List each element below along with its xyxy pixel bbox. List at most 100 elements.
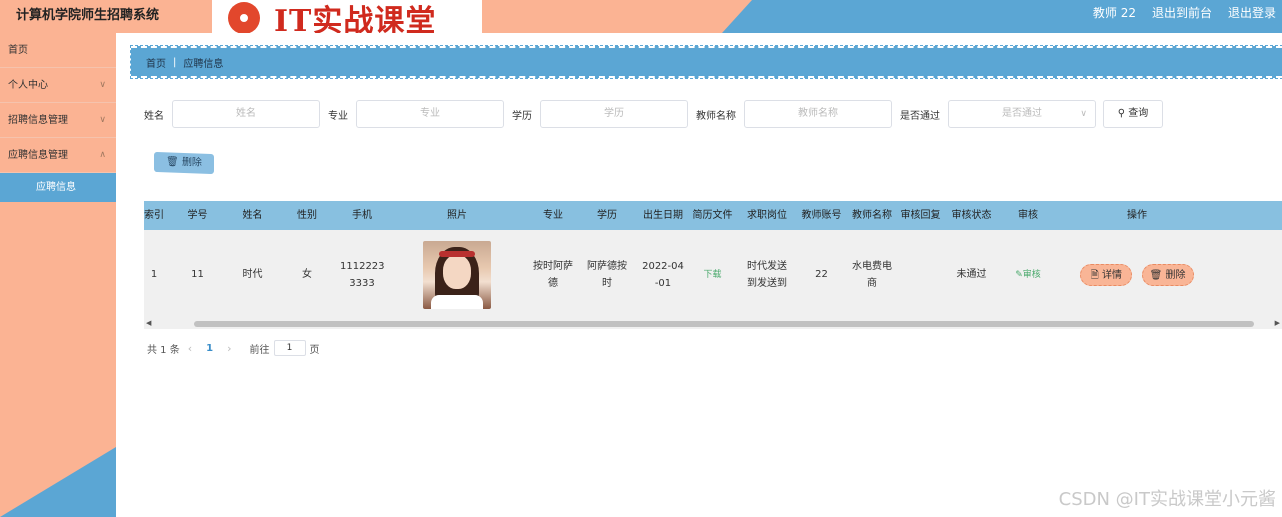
search-icon: ⚲: [1117, 108, 1126, 119]
major-input[interactable]: 专业: [356, 100, 504, 128]
teacher-name-input[interactable]: 教师名称: [744, 100, 892, 128]
page-suffix: 页: [309, 344, 320, 356]
passed-select-value: 是否通过: [1002, 108, 1042, 119]
cell-edu-line2: 时: [602, 277, 612, 289]
cell-major: 按时阿萨 德: [530, 258, 576, 292]
search-form: 姓名 姓名 专业 专业 学历 学历 教师名称 教师名称 是否通过 是否通过 ∨ …: [144, 100, 1163, 128]
header-audit-reply: 审核回复: [900, 210, 941, 221]
photo-face: [443, 254, 471, 289]
sidebar-item-personal-center[interactable]: 个人中心 ∨: [0, 68, 116, 103]
header-photo: 照片: [447, 210, 467, 221]
header-position: 求职岗位: [747, 210, 787, 221]
cell-photo: [384, 240, 530, 309]
top-header: 计算机学院师生招聘系统 IT实战课堂 教师 22 退出到前台 退出登录: [0, 0, 1282, 33]
header-teacher-account: 教师账号: [801, 210, 842, 221]
total-count: 共 1 条: [147, 344, 180, 356]
cell-birth-line1: 2022-04: [642, 260, 684, 272]
cell-student-no: 11: [191, 269, 204, 280]
cell-gender: 女: [302, 269, 312, 280]
cell-position-line1: 时代发送: [747, 260, 787, 272]
detail-button-label: 详情: [1102, 269, 1123, 281]
sidebar-subitem-application-info[interactable]: 应聘信息: [0, 173, 116, 202]
applicant-photo: [423, 240, 491, 309]
sidebar-item-recruit-info[interactable]: 招聘信息管理 ∨: [0, 103, 116, 138]
cell-resume: 下载: [688, 266, 737, 284]
sidebar-item-application-info[interactable]: 应聘信息管理 ∧: [0, 138, 116, 173]
chevron-down-icon: ∨: [1080, 109, 1087, 119]
download-resume-link[interactable]: 下载: [703, 270, 721, 280]
cell-education: 阿萨德按 时: [576, 258, 638, 292]
scrollbar-thumb[interactable]: [194, 321, 1254, 327]
cell-position: 时代发送 到发送到: [737, 258, 797, 292]
header-major: 专业: [543, 210, 563, 221]
header-gender: 性别: [297, 210, 317, 221]
row-delete-button[interactable]: 🗑 删除: [1141, 263, 1194, 286]
teacher-name-label: 教师名称: [696, 110, 736, 122]
trash-icon: 🗑: [1149, 269, 1163, 281]
name-label: 姓名: [144, 110, 164, 122]
cell-audit-status: 未通过: [956, 269, 987, 280]
prev-page-icon[interactable]: ‹: [188, 342, 192, 355]
cell-major-line2: 德: [548, 277, 558, 289]
trash-icon: 🗑: [166, 156, 179, 168]
name-input[interactable]: 姓名: [172, 100, 320, 128]
education-input[interactable]: 学历: [540, 100, 688, 128]
current-user: 教师 22: [1092, 6, 1136, 20]
chevron-up-icon: ∧: [99, 150, 106, 160]
sidebar-item-label: 首页: [8, 45, 28, 56]
audit-link-label: 审核: [1022, 269, 1041, 280]
header-audit-status: 审核状态: [951, 210, 992, 221]
app-title: 计算机学院师生招聘系统: [16, 8, 160, 23]
breadcrumb-separator: |: [173, 56, 177, 68]
current-page[interactable]: 1: [206, 343, 213, 354]
header-student-no: 学号: [187, 210, 208, 221]
next-page-icon[interactable]: ›: [227, 342, 231, 355]
chrome-logo-icon: [228, 2, 260, 33]
cell-teacher-name-line1: 水电费电: [852, 260, 892, 272]
photo-headband: [439, 250, 475, 257]
chevron-down-icon: ∨: [99, 115, 106, 125]
cell-index: 1: [150, 269, 158, 280]
top-right-menu: 教师 22 退出到前台 退出登录: [1093, 4, 1276, 21]
edit-icon: ✎: [1015, 269, 1023, 280]
breadcrumb: 首页 | 应聘信息: [130, 45, 1282, 79]
photo-shirt: [431, 294, 483, 309]
detail-button[interactable]: 🗎 详情: [1080, 263, 1133, 286]
cell-position-line2: 到发送到: [747, 277, 787, 289]
breadcrumb-home[interactable]: 首页: [146, 55, 166, 70]
passed-label: 是否通过: [900, 110, 940, 122]
watermark: CSDN @IT实战课堂小元酱: [1058, 489, 1276, 510]
header-name: 姓名: [242, 210, 263, 221]
cell-phone-line1: 1112223: [340, 260, 385, 272]
query-button-label: 查询: [1128, 108, 1149, 119]
scroll-right-icon[interactable]: ▶: [1275, 319, 1280, 327]
passed-select[interactable]: 是否通过 ∨: [948, 100, 1096, 128]
pagination: 共 1 条 ‹ 1 › 前往 1 页: [147, 340, 320, 356]
batch-delete-label: 删除: [181, 156, 202, 169]
scroll-left-icon[interactable]: ◀: [146, 319, 151, 327]
header-resume: 简历文件: [692, 210, 733, 221]
cell-audit: ✎审核: [1000, 266, 1056, 284]
cell-teacher-name: 水电费电 商: [846, 258, 898, 292]
application-table: 索引 学号 姓名 性别 手机 照片 专业 学历 出生日期 简历文件 求职岗位 教…: [144, 201, 1282, 329]
query-button[interactable]: ⚲ 查询: [1103, 100, 1163, 128]
breadcrumb-current: 应聘信息: [183, 58, 224, 70]
goto-label: 前往: [249, 344, 270, 356]
header-operation: 操作: [1127, 210, 1147, 221]
sidebar-item-label: 个人中心: [8, 80, 48, 91]
audit-link[interactable]: ✎审核: [1015, 270, 1041, 280]
row-delete-label: 删除: [1165, 269, 1186, 281]
exit-to-front-link[interactable]: 退出到前台: [1152, 4, 1212, 21]
horizontal-scrollbar[interactable]: ◀ ▶: [144, 319, 1282, 329]
logout-link[interactable]: 退出登录: [1228, 4, 1276, 21]
goto-page-input[interactable]: 1: [273, 340, 306, 356]
cell-birth-date: 2022-04 -01: [638, 258, 688, 292]
batch-delete-button[interactable]: 🗑 删除: [154, 151, 214, 175]
table-row: 1 11 时代 女 1112223 3333 按时阿萨 德 阿萨德按 时 202…: [144, 230, 1282, 319]
cell-phone: 1112223 3333: [340, 258, 385, 292]
header-index: 索引: [144, 210, 164, 221]
logo-text: IT实战课堂: [274, 4, 437, 33]
sidebar-item-label: 招聘信息管理: [8, 115, 68, 126]
education-label: 学历: [512, 110, 532, 122]
sidebar-item-home[interactable]: 首页: [0, 33, 116, 68]
